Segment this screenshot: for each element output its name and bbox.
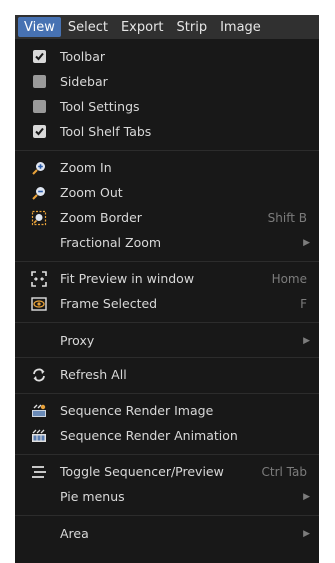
menubar-view[interactable]: View [18, 17, 61, 37]
view-menu-window: View Select Export Strip Image Toolbar S… [15, 15, 319, 563]
menu-item-label: Frame Selected [60, 296, 158, 311]
menu-item-label: Tool Shelf Tabs [60, 124, 152, 139]
fit-preview-icon [31, 271, 47, 287]
shortcut-label: Ctrl Tab [261, 464, 307, 479]
menu-separator [15, 322, 319, 323]
menu-item-render-animation[interactable]: Sequence Render Animation [15, 423, 319, 448]
menu-item-zoom-in[interactable]: Zoom In [15, 155, 319, 180]
menu-item-label: Sidebar [60, 74, 108, 89]
menu-separator [15, 515, 319, 516]
menu-item-area[interactable]: Area ▶ [15, 521, 319, 546]
menu-separator [15, 393, 319, 394]
menu-item-render-image[interactable]: Sequence Render Image [15, 398, 319, 423]
sequencer-preview-icon [32, 466, 46, 478]
menu-item-tool-shelf-tabs[interactable]: Tool Shelf Tabs [15, 119, 319, 144]
shortcut-label: F [300, 296, 307, 311]
view-dropdown-menu: Toolbar Sidebar Tool Settings Tool Shelf… [15, 39, 319, 563]
submenu-arrow-icon: ▶ [303, 528, 310, 539]
menu-item-fit-preview[interactable]: Fit Preview in window Home [15, 266, 319, 291]
menu-item-label: Zoom In [60, 160, 112, 175]
submenu-arrow-icon: ▶ [303, 491, 310, 502]
menu-item-label: Fractional Zoom [60, 235, 162, 250]
frame-selected-icon [31, 297, 47, 311]
menu-item-frame-selected[interactable]: Frame Selected F [15, 291, 319, 316]
menu-item-label: Fit Preview in window [60, 271, 195, 286]
render-image-icon [32, 404, 46, 417]
checkbox-checked-icon[interactable] [33, 50, 46, 63]
menubar-strip[interactable]: Strip [171, 17, 214, 37]
menu-item-label: Toggle Sequencer/Preview [60, 464, 224, 479]
menubar-select[interactable]: Select [62, 17, 114, 37]
menu-separator [15, 454, 319, 455]
refresh-icon [33, 368, 45, 382]
menu-item-refresh-all[interactable]: Refresh All [15, 362, 319, 387]
menu-item-label: Area [60, 526, 89, 541]
zoom-border-icon [31, 210, 47, 226]
menu-item-fractional-zoom[interactable]: Fractional Zoom ▶ [15, 230, 319, 255]
menu-item-sidebar[interactable]: Sidebar [15, 69, 319, 94]
menu-separator [15, 150, 319, 151]
submenu-arrow-icon: ▶ [303, 237, 310, 248]
zoom-out-icon [32, 187, 45, 200]
menu-separator [15, 261, 319, 262]
menu-separator [15, 357, 319, 358]
menu-item-label: Zoom Out [60, 185, 123, 200]
checkbox-checked-icon[interactable] [33, 125, 46, 138]
menu-item-label: Proxy [60, 333, 95, 348]
menubar-image[interactable]: Image [214, 17, 267, 37]
menu-item-zoom-out[interactable]: Zoom Out [15, 180, 319, 205]
menu-item-label: Toolbar [60, 49, 106, 64]
menu-item-toolbar[interactable]: Toolbar [15, 44, 319, 69]
zoom-in-icon [32, 162, 45, 175]
shortcut-label: Shift B [267, 210, 307, 225]
menu-item-toggle-sequencer-preview[interactable]: Toggle Sequencer/Preview Ctrl Tab [15, 459, 319, 484]
menu-item-zoom-border[interactable]: Zoom Border Shift B [15, 205, 319, 230]
checkbox-unchecked-icon[interactable] [33, 75, 46, 88]
menu-item-label: Sequence Render Image [60, 403, 214, 418]
menubar-export[interactable]: Export [115, 17, 170, 37]
menu-item-proxy[interactable]: Proxy ▶ [15, 328, 319, 353]
submenu-arrow-icon: ▶ [303, 335, 310, 346]
menu-item-pie-menus[interactable]: Pie menus ▶ [15, 484, 319, 509]
checkbox-unchecked-icon[interactable] [33, 100, 46, 113]
menu-item-label: Sequence Render Animation [60, 428, 238, 443]
menu-bar: View Select Export Strip Image [15, 15, 319, 39]
menu-item-label: Tool Settings [60, 99, 140, 114]
render-animation-icon [32, 429, 46, 442]
menu-item-tool-settings[interactable]: Tool Settings [15, 94, 319, 119]
menu-item-label: Refresh All [60, 367, 127, 382]
shortcut-label: Home [271, 271, 307, 286]
menu-item-label: Zoom Border [60, 210, 142, 225]
menu-item-label: Pie menus [60, 489, 125, 504]
